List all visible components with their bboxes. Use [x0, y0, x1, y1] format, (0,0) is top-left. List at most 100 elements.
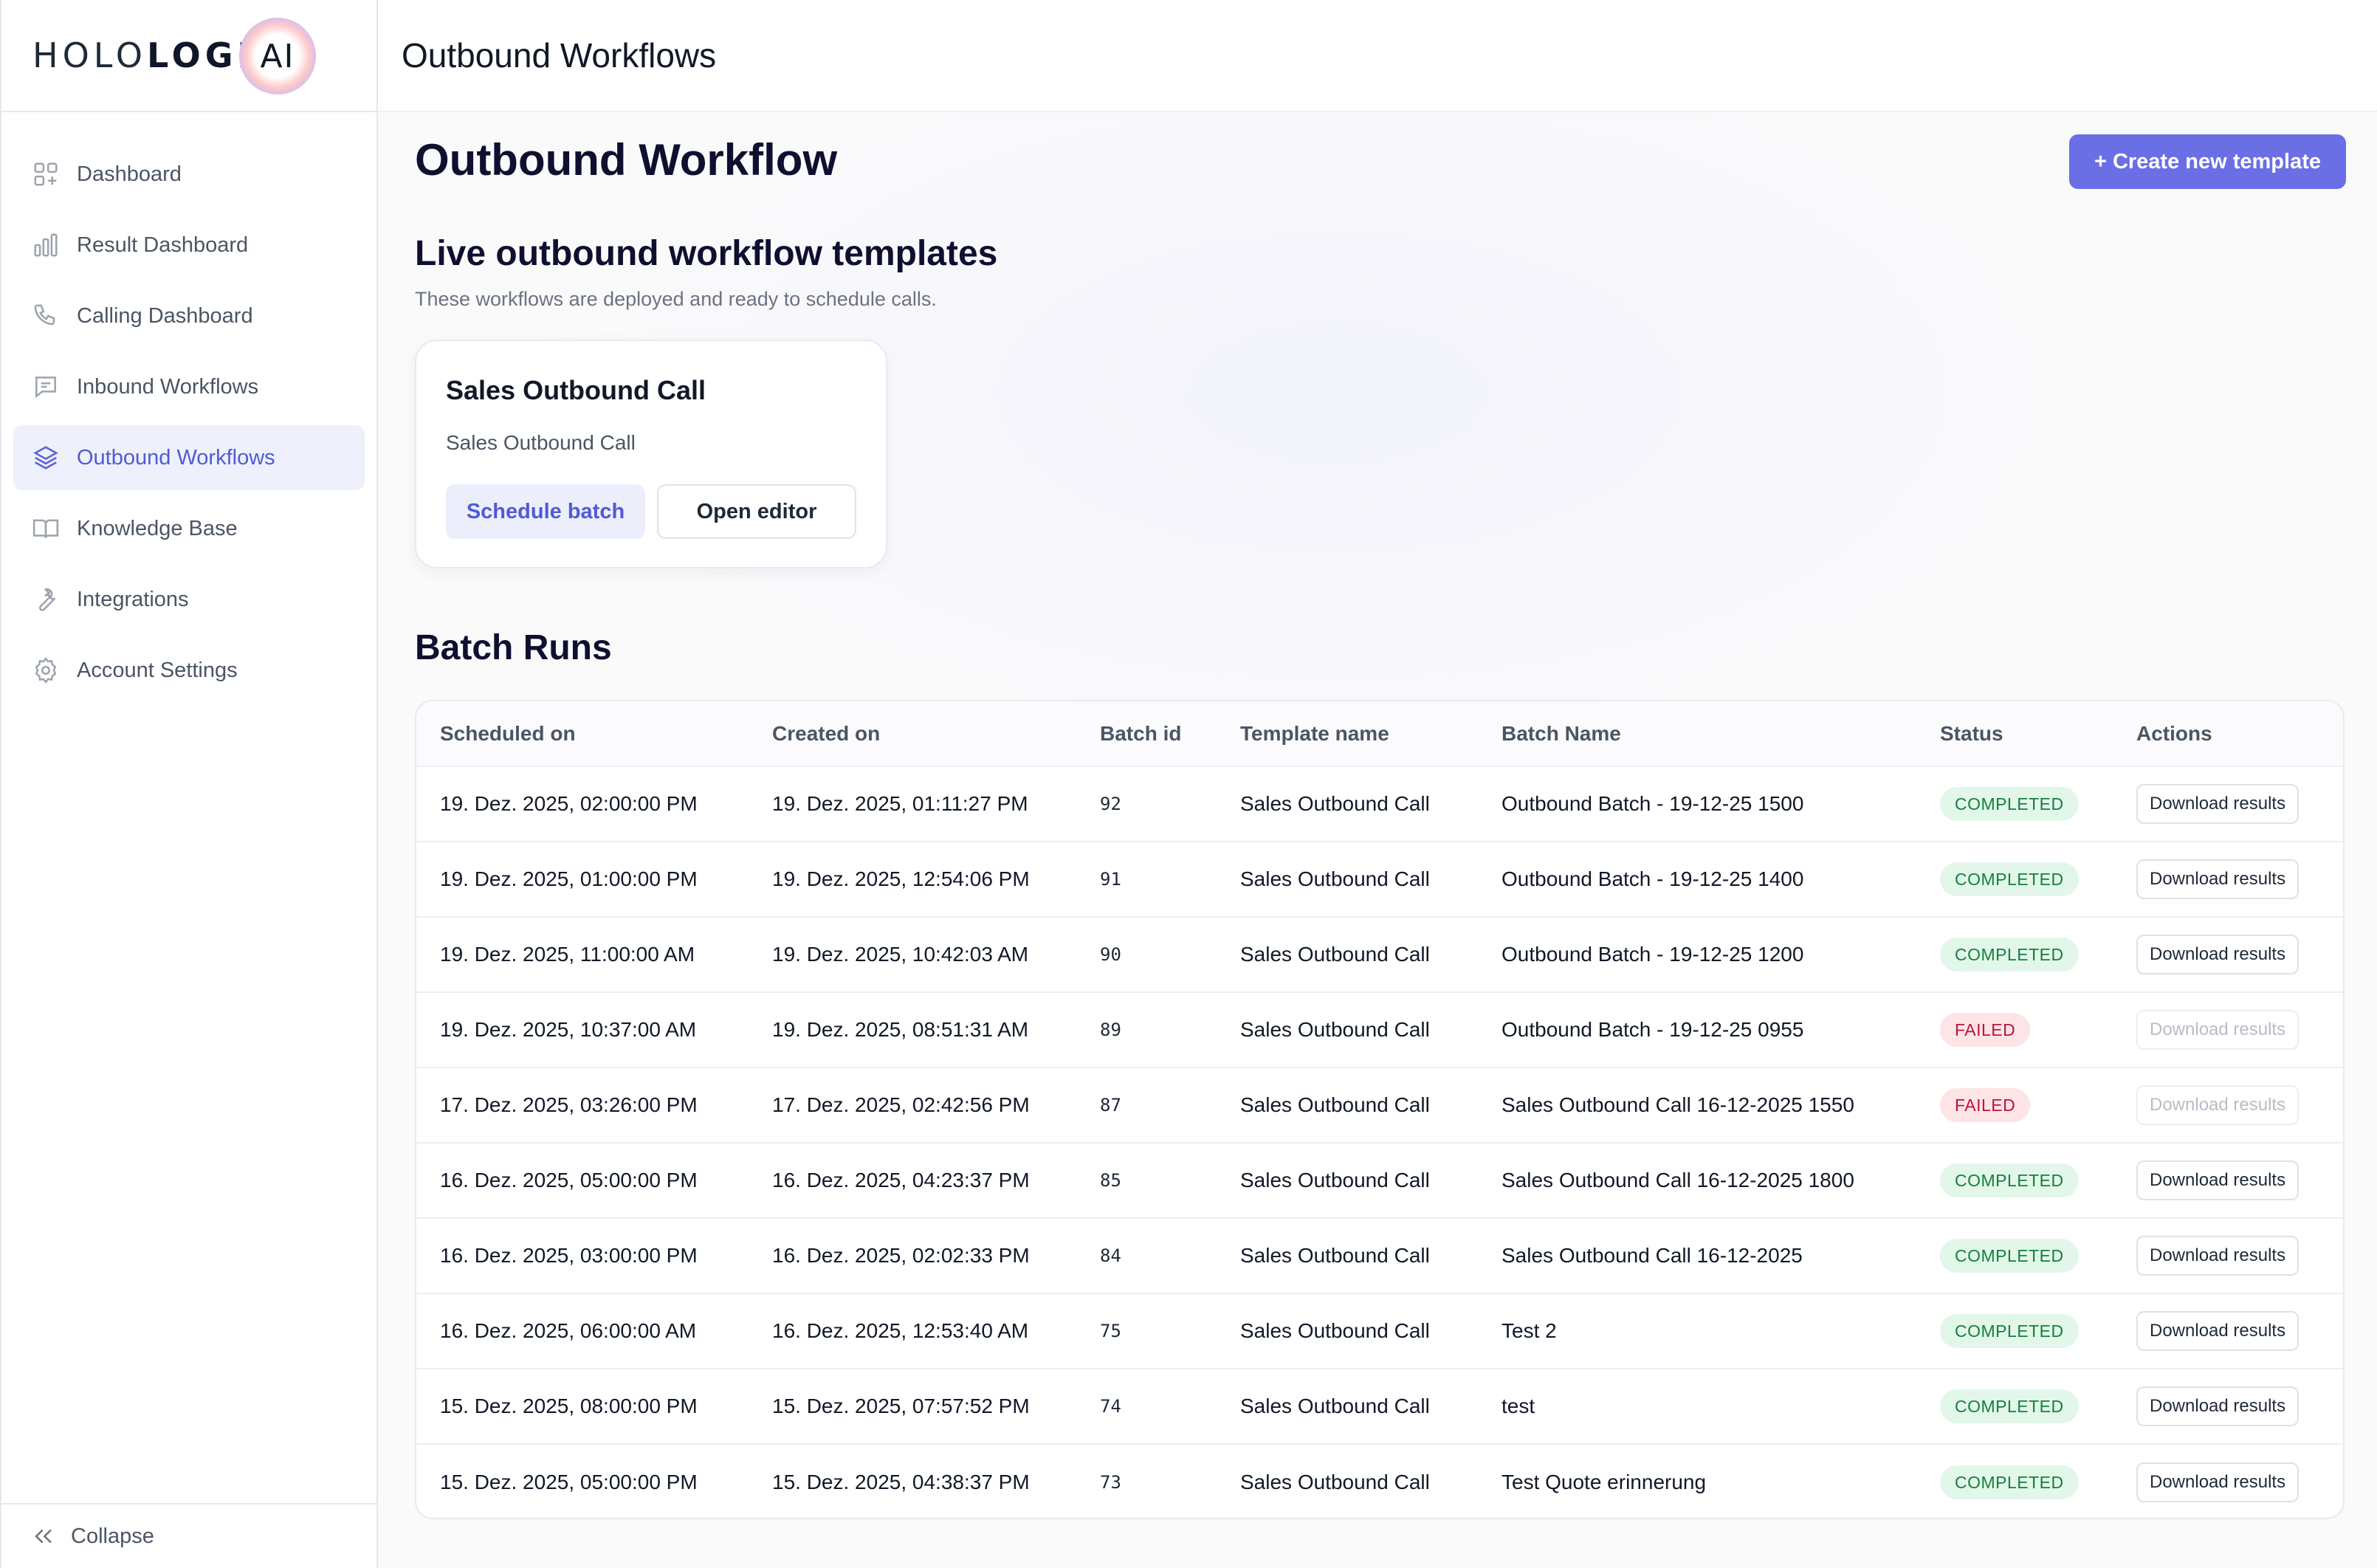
download-results-button[interactable]: Download results — [2136, 1160, 2299, 1200]
actions-cell: Download results — [2113, 1444, 2343, 1518]
template-name-cell: Sales Outbound Call — [1217, 1143, 1478, 1219]
table-row[interactable]: 19. Dez. 2025, 02:00:00 PM 19. Dez. 2025… — [416, 766, 2343, 842]
scheduled-on-cell: 16. Dez. 2025, 05:00:00 PM — [416, 1143, 749, 1219]
sidebar-item-knowledge-base[interactable]: Knowledge Base — [13, 496, 365, 561]
status-badge: COMPLETED — [1940, 862, 2079, 896]
sidebar-item-label: Knowledge Base — [77, 516, 238, 540]
download-results-button[interactable]: Download results — [2136, 1311, 2299, 1351]
scheduled-on-cell: 19. Dez. 2025, 01:00:00 PM — [416, 842, 749, 918]
table-row[interactable]: 19. Dez. 2025, 10:37:00 AM 19. Dez. 2025… — [416, 992, 2343, 1068]
status-badge: FAILED — [1940, 1088, 2031, 1122]
sidebar-item-label: Result Dashboard — [77, 233, 249, 257]
download-results-button[interactable]: Download results — [2136, 1462, 2299, 1502]
dashboard-icon — [31, 159, 61, 189]
sidebar-item-calling-dashboard[interactable]: Calling Dashboard — [13, 283, 365, 348]
download-results-button[interactable]: Download results — [2136, 1386, 2299, 1426]
column-header-status[interactable]: Status — [1916, 701, 2113, 767]
sidebar-item-label: Outbound Workflows — [77, 445, 275, 470]
status-badge: COMPLETED — [1940, 938, 2079, 972]
status-badge: FAILED — [1940, 1013, 2031, 1047]
status-cell: COMPLETED — [1916, 1369, 2113, 1445]
template-name-cell: Sales Outbound Call — [1217, 766, 1478, 842]
sidebar-item-account-settings[interactable]: Account Settings — [13, 638, 365, 703]
batch-name-cell: Outbound Batch - 19-12-25 0955 — [1478, 992, 1916, 1068]
download-results-button[interactable]: Download results — [2136, 935, 2299, 974]
status-cell: COMPLETED — [1916, 842, 2113, 918]
actions-cell: Download results — [2113, 842, 2343, 918]
open-editor-button[interactable]: Open editor — [657, 484, 856, 539]
actions-cell: Download results — [2113, 1067, 2343, 1144]
sidebar-item-dashboard[interactable]: Dashboard — [13, 142, 365, 207]
batch-id-cell: 73 — [1100, 1471, 1121, 1493]
created-on-cell: 19. Dez. 2025, 12:54:06 PM — [749, 842, 1076, 918]
template-name-cell: Sales Outbound Call — [1217, 992, 1478, 1068]
status-badge: COMPLETED — [1940, 1465, 2079, 1499]
batch-id-cell: 90 — [1076, 917, 1217, 993]
batch-id-cell: 75 — [1076, 1293, 1217, 1369]
sidebar-item-label: Account Settings — [77, 658, 238, 682]
column-header-scheduled-on[interactable]: Scheduled on — [416, 701, 749, 767]
scheduled-on-cell: 16. Dez. 2025, 03:00:00 PM — [416, 1218, 749, 1294]
table-row[interactable]: 19. Dez. 2025, 01:00:00 PM 19. Dez. 2025… — [416, 842, 2343, 918]
actions-cell: Download results — [2113, 917, 2343, 993]
scheduled-on-cell: 19. Dez. 2025, 10:37:00 AM — [416, 992, 749, 1068]
table-row[interactable]: 16. Dez. 2025, 05:00:00 PM 16. Dez. 2025… — [416, 1143, 2343, 1219]
status-cell: COMPLETED — [1916, 1143, 2113, 1219]
table-row[interactable]: 15. Dez. 2025, 08:00:00 PM 15. Dez. 2025… — [416, 1369, 2343, 1445]
schedule-batch-button[interactable]: Schedule batch — [446, 484, 645, 539]
sidebar-item-result-dashboard[interactable]: Result Dashboard — [13, 213, 365, 278]
live-templates-subtitle: These workflows are deployed and ready t… — [415, 288, 937, 310]
table-row[interactable]: 17. Dez. 2025, 03:26:00 PM 17. Dez. 2025… — [416, 1067, 2343, 1144]
batch-name-cell: Outbound Batch - 19-12-25 1200 — [1478, 917, 1916, 993]
table-header-row: Scheduled on Created on Batch id Templat… — [416, 701, 2343, 767]
template-name-cell: Sales Outbound Call — [1217, 1067, 1478, 1144]
template-name-cell: Sales Outbound Call — [1240, 1470, 1430, 1493]
sidebar-item-inbound-workflows[interactable]: Inbound Workflows — [13, 354, 365, 419]
batch-name-cell: test — [1478, 1369, 1916, 1445]
batch-id-cell: 84 — [1076, 1218, 1217, 1294]
download-results-button[interactable]: Download results — [2136, 859, 2299, 899]
status-badge: COMPLETED — [1940, 1239, 2079, 1273]
scheduled-on-cell: 19. Dez. 2025, 02:00:00 PM — [416, 766, 749, 842]
batch-name-cell: Sales Outbound Call 16-12-2025 — [1478, 1218, 1916, 1294]
template-name-cell: Sales Outbound Call — [1217, 1293, 1478, 1369]
batch-name-cell: Test Quote erinnerung — [1501, 1470, 1707, 1493]
table-row[interactable]: 19. Dez. 2025, 11:00:00 AM 19. Dez. 2025… — [416, 917, 2343, 993]
table-row[interactable]: 15. Dez. 2025, 05:00:00 PM 15. Dez. 2025… — [416, 1444, 2343, 1518]
logo[interactable]: HOLO LOGIX AI — [1, 0, 376, 112]
batch-id-cell: 74 — [1076, 1369, 1217, 1445]
status-badge: COMPLETED — [1940, 1163, 2079, 1197]
batch-id-cell: 89 — [1076, 992, 1217, 1068]
download-results-button: Download results — [2136, 1085, 2299, 1125]
column-header-batch-name[interactable]: Batch Name — [1478, 701, 1916, 767]
gear-icon — [31, 656, 61, 685]
download-results-button[interactable]: Download results — [2136, 1236, 2299, 1276]
template-name-cell: Sales Outbound Call — [1217, 842, 1478, 918]
actions-cell: Download results — [2113, 992, 2343, 1068]
scheduled-on-cell: 15. Dez. 2025, 05:00:00 PM — [440, 1470, 698, 1493]
content: Outbound Workflow + Create new template … — [378, 112, 2377, 1568]
sidebar-item-integrations[interactable]: Integrations — [13, 567, 365, 632]
status-cell: FAILED — [1916, 992, 2113, 1068]
status-cell: COMPLETED — [1916, 1218, 2113, 1294]
create-template-button[interactable]: + Create new template — [2068, 134, 2346, 189]
collapse-button[interactable]: Collapse — [1, 1503, 376, 1568]
column-header-created-on[interactable]: Created on — [749, 701, 1076, 767]
logo-text-ai: AI — [260, 37, 295, 75]
template-card: Sales Outbound Call Sales Outbound Call … — [415, 340, 887, 568]
live-templates-title: Live outbound workflow templates — [415, 234, 998, 273]
template-name-cell: Sales Outbound Call — [1217, 1369, 1478, 1445]
table-row[interactable]: 16. Dez. 2025, 06:00:00 AM 16. Dez. 2025… — [416, 1293, 2343, 1369]
download-results-button[interactable]: Download results — [2136, 784, 2299, 824]
template-card-title: Sales Outbound Call — [446, 375, 706, 405]
actions-cell: Download results — [2113, 1293, 2343, 1369]
status-badge: COMPLETED — [1940, 1389, 2079, 1423]
download-results-button: Download results — [2136, 1010, 2299, 1050]
column-header-batch-id[interactable]: Batch id — [1076, 701, 1217, 767]
created-on-cell: 15. Dez. 2025, 07:57:52 PM — [749, 1369, 1076, 1445]
sidebar-item-outbound-workflows[interactable]: Outbound Workflows — [13, 425, 365, 490]
table-row[interactable]: 16. Dez. 2025, 03:00:00 PM 16. Dez. 2025… — [416, 1218, 2343, 1294]
layers-icon — [31, 443, 61, 472]
created-on-cell: 16. Dez. 2025, 02:02:33 PM — [749, 1218, 1076, 1294]
column-header-template-name[interactable]: Template name — [1217, 701, 1478, 767]
